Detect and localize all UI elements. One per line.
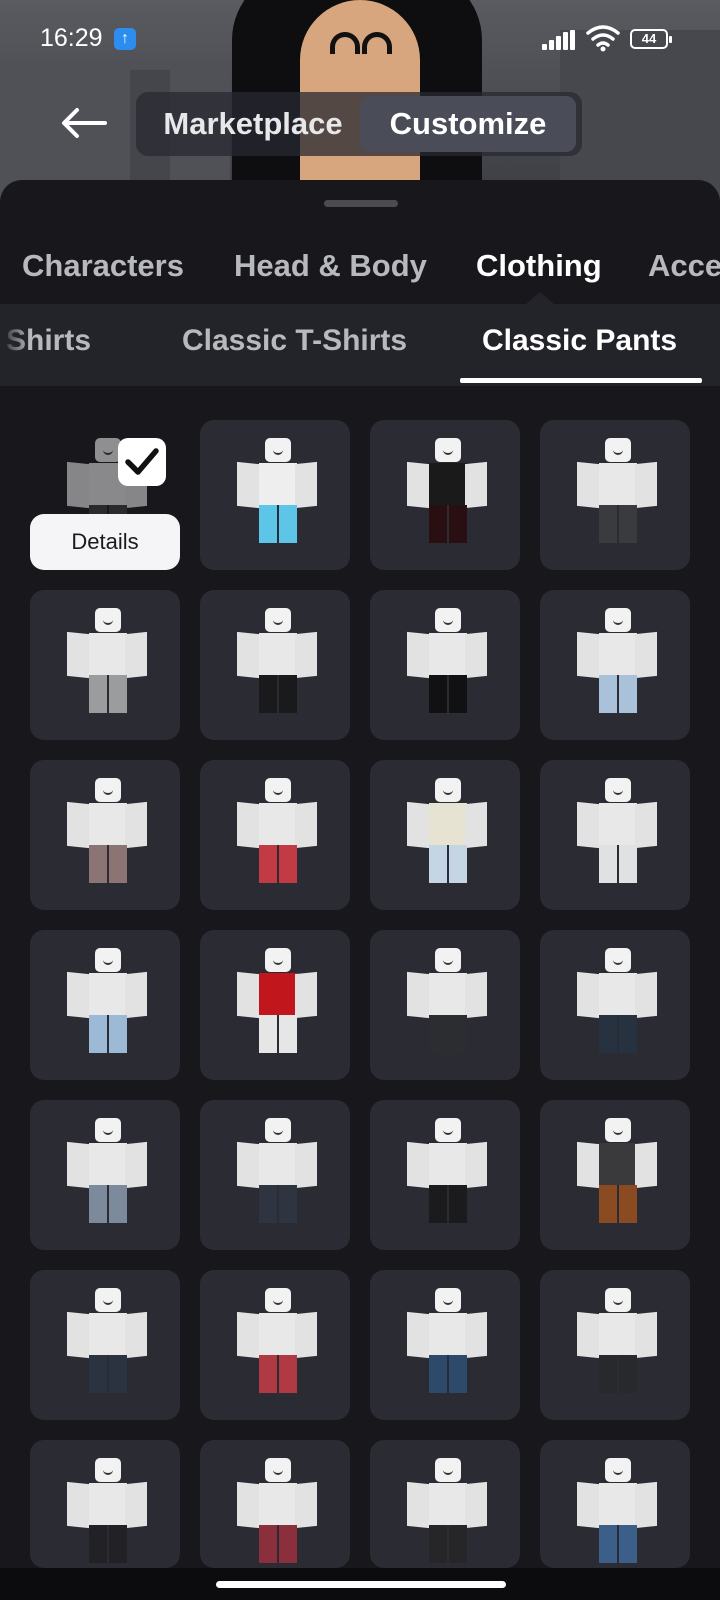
category-tab-clothing[interactable]: Clothing bbox=[476, 248, 602, 284]
cellular-signal-icon bbox=[542, 30, 576, 50]
item-thumbnail bbox=[65, 948, 149, 1053]
clothing-item-tile[interactable] bbox=[200, 420, 350, 570]
item-thumbnail bbox=[575, 438, 659, 543]
tab-marketplace[interactable]: Marketplace bbox=[146, 96, 360, 152]
item-thumbnail bbox=[235, 778, 319, 883]
clothing-item-tile[interactable] bbox=[370, 1100, 520, 1250]
clothing-item-tile[interactable] bbox=[200, 930, 350, 1080]
item-thumbnail bbox=[405, 1288, 489, 1393]
clothing-item-tile[interactable] bbox=[30, 1440, 180, 1568]
clothing-item-tile[interactable] bbox=[370, 1270, 520, 1420]
clothing-item-tile[interactable] bbox=[540, 1100, 690, 1250]
item-thumbnail bbox=[405, 438, 489, 543]
status-time: 16:29 bbox=[40, 24, 103, 52]
mode-switcher: Marketplace Customize bbox=[136, 92, 582, 156]
checkmark-icon bbox=[125, 448, 159, 475]
item-thumbnail bbox=[575, 608, 659, 713]
item-thumbnail bbox=[65, 608, 149, 713]
item-thumbnail bbox=[405, 1458, 489, 1563]
active-category-caret bbox=[526, 292, 554, 304]
item-thumbnail bbox=[575, 1288, 659, 1393]
clothing-item-tile[interactable] bbox=[540, 760, 690, 910]
item-thumbnail bbox=[235, 1458, 319, 1563]
clothing-item-tile[interactable] bbox=[370, 590, 520, 740]
wifi-icon bbox=[586, 25, 620, 52]
active-subcategory-indicator bbox=[460, 378, 702, 383]
category-tab-accessories[interactable]: Acce bbox=[648, 248, 720, 284]
item-thumbnail bbox=[405, 948, 489, 1053]
item-thumbnail bbox=[405, 1118, 489, 1223]
clothing-item-tile[interactable] bbox=[30, 930, 180, 1080]
clothing-item-tile[interactable] bbox=[540, 930, 690, 1080]
details-button[interactable]: Details bbox=[30, 514, 180, 570]
clothing-item-tile[interactable] bbox=[370, 1440, 520, 1568]
clothing-item-tile[interactable] bbox=[30, 1270, 180, 1420]
subcategory-tab-classic-tshirts[interactable]: Classic T-Shirts bbox=[182, 324, 407, 358]
clothing-item-tile[interactable] bbox=[370, 760, 520, 910]
subcategory-tab-classic-pants[interactable]: Classic Pants bbox=[482, 324, 677, 358]
back-arrow-icon bbox=[62, 108, 107, 138]
item-thumbnail bbox=[65, 1288, 149, 1393]
clothing-item-tile[interactable] bbox=[200, 590, 350, 740]
clothing-item-tile[interactable] bbox=[540, 590, 690, 740]
sheet-drag-handle[interactable] bbox=[324, 200, 398, 207]
subcategory-tabs: Shirts Classic T-Shirts Classic Pants bbox=[0, 304, 720, 386]
item-thumbnail bbox=[235, 1288, 319, 1393]
clothing-item-tile[interactable] bbox=[370, 420, 520, 570]
battery-icon: 44 bbox=[630, 29, 672, 49]
clothing-item-tile[interactable] bbox=[370, 930, 520, 1080]
clothing-item-tile[interactable] bbox=[200, 1440, 350, 1568]
clothing-item-tile[interactable] bbox=[200, 760, 350, 910]
clothing-item-tile[interactable] bbox=[30, 760, 180, 910]
equipped-checkbox[interactable] bbox=[118, 438, 166, 486]
status-bar: 16:29 ↑ 44 bbox=[0, 0, 720, 78]
clothing-item-tile[interactable] bbox=[540, 420, 690, 570]
upload-notification-icon: ↑ bbox=[114, 28, 136, 50]
category-tab-head-body[interactable]: Head & Body bbox=[234, 248, 427, 284]
item-thumbnail bbox=[235, 608, 319, 713]
item-thumbnail bbox=[575, 778, 659, 883]
item-thumbnail bbox=[575, 948, 659, 1053]
item-thumbnail bbox=[65, 778, 149, 883]
back-button[interactable] bbox=[56, 98, 112, 148]
category-tab-characters[interactable]: Characters bbox=[22, 248, 184, 284]
item-thumbnail bbox=[405, 608, 489, 713]
item-thumbnail bbox=[575, 1118, 659, 1223]
clothing-item-tile[interactable] bbox=[200, 1270, 350, 1420]
item-thumbnail bbox=[235, 1118, 319, 1223]
tab-customize[interactable]: Customize bbox=[360, 96, 576, 152]
clothing-item-tile[interactable] bbox=[30, 590, 180, 740]
clothing-item-tile[interactable] bbox=[540, 1440, 690, 1568]
item-thumbnail bbox=[235, 948, 319, 1053]
item-thumbnail bbox=[65, 1458, 149, 1563]
clothing-item-tile[interactable] bbox=[540, 1270, 690, 1420]
scroll-fade bbox=[0, 304, 30, 386]
home-indicator[interactable] bbox=[216, 1581, 506, 1588]
item-thumbnail bbox=[65, 1118, 149, 1223]
item-thumbnail bbox=[575, 1458, 659, 1563]
item-thumbnail bbox=[405, 778, 489, 883]
item-thumbnail bbox=[235, 438, 319, 543]
clothing-item-tile[interactable] bbox=[200, 1100, 350, 1250]
clothing-item-tile[interactable] bbox=[30, 1100, 180, 1250]
category-tabs: Characters Head & Body Clothing Acce bbox=[0, 240, 720, 300]
